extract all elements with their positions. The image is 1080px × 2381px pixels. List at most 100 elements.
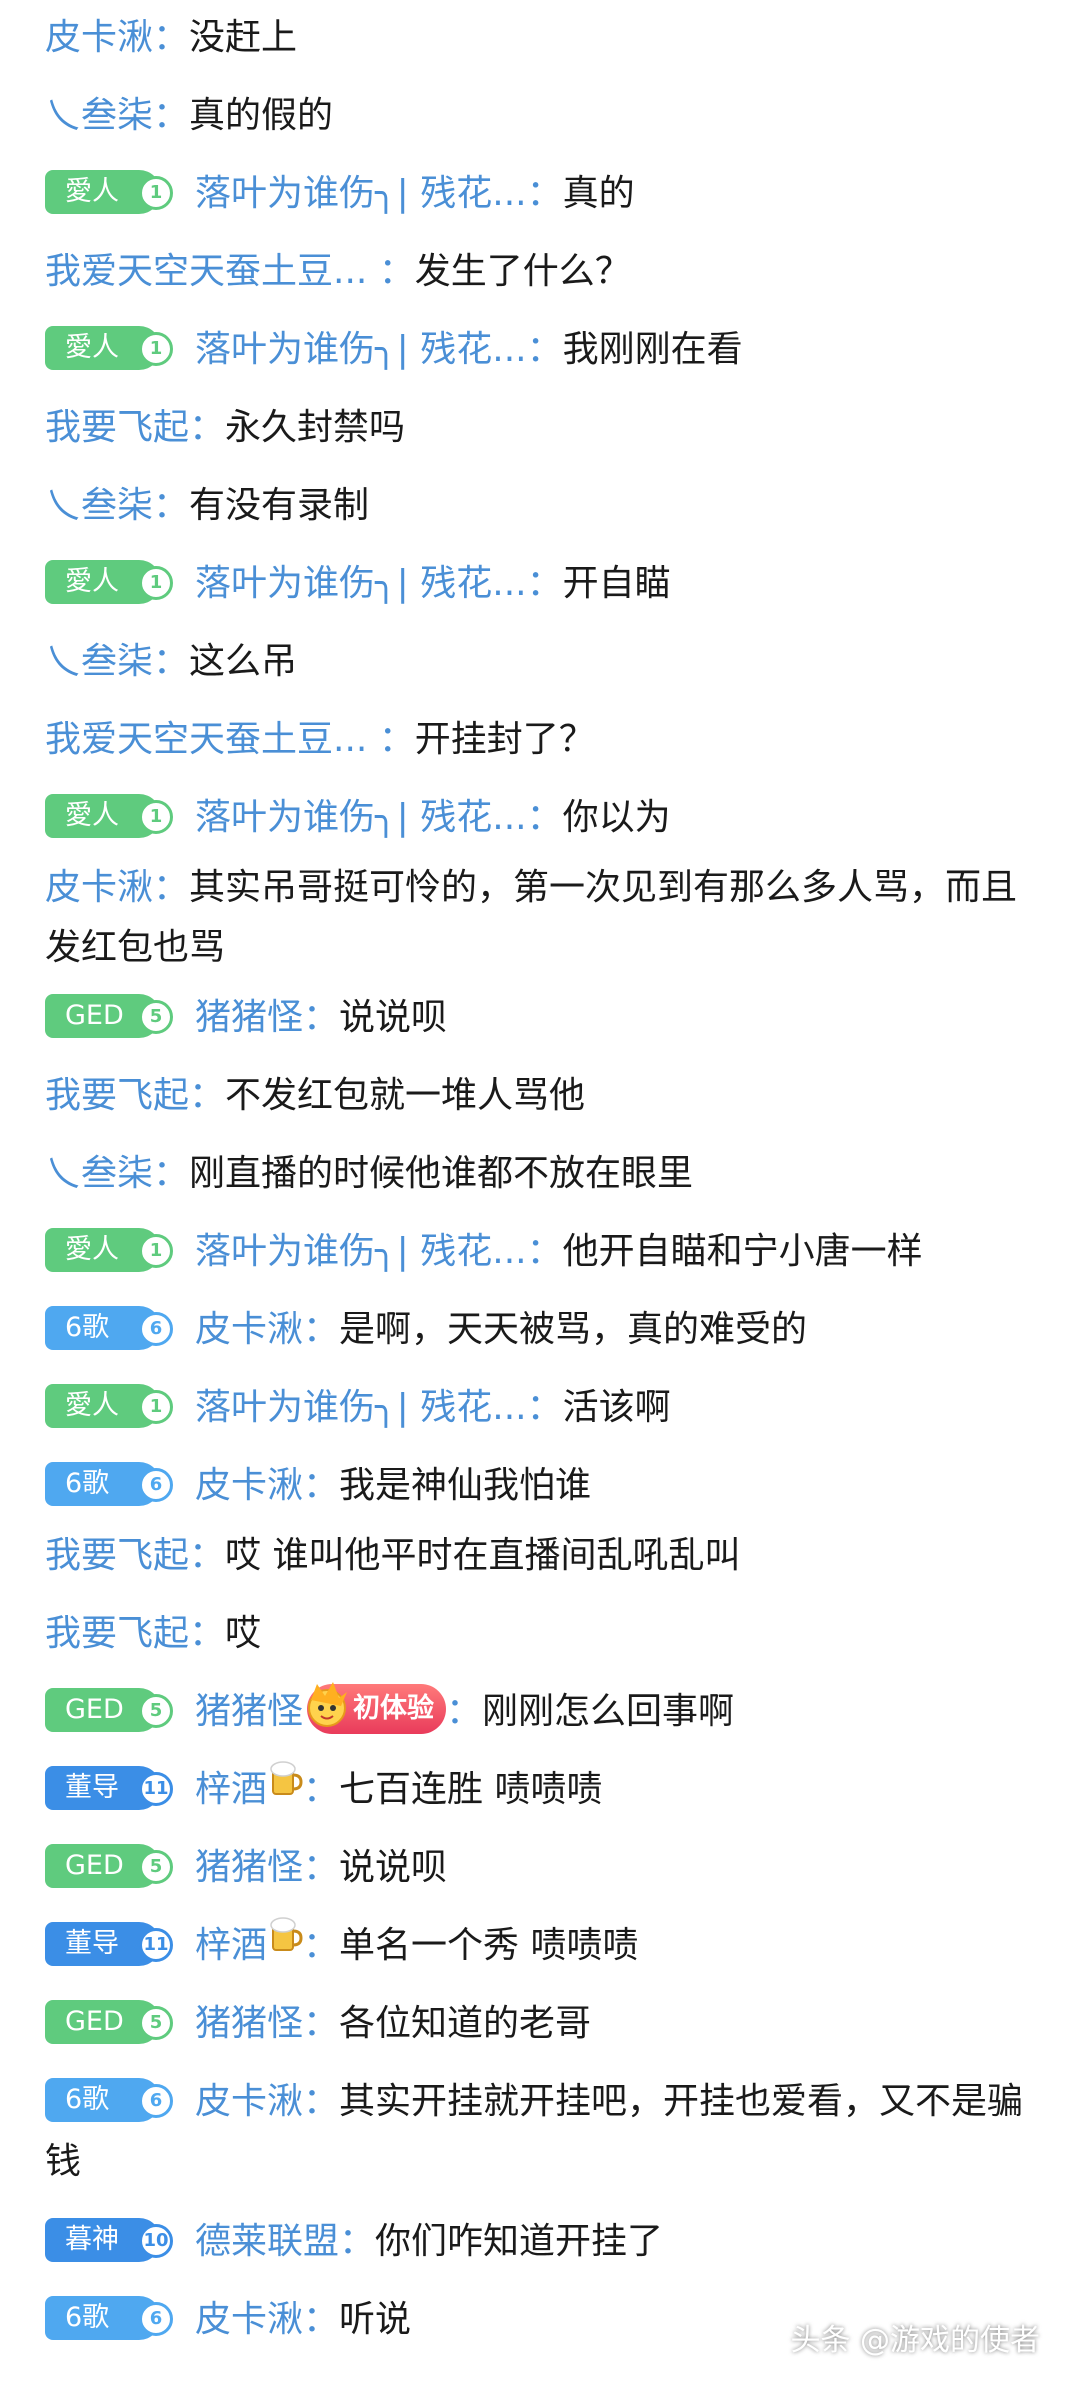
username[interactable]: 我要飞起 (45, 407, 189, 448)
fan-badge-level: 1 (139, 1234, 173, 1268)
chat-message: 我爱天空天蚕土豆... ：开挂封了？ (45, 710, 1035, 770)
chat-message: 愛人 1 落叶为谁伤╮| 残花...：他开自瞄和宁小唐一样 (45, 1222, 1035, 1282)
username[interactable]: 乀叁柒 (45, 1153, 153, 1194)
username[interactable]: 落叶为谁伤╮| 残花... (195, 173, 527, 214)
username-separator: ： (153, 95, 190, 136)
username[interactable]: 皮卡湫 (195, 2081, 303, 2122)
fan-badge[interactable]: GED 5 (45, 994, 173, 1038)
fan-badge-level: 1 (139, 176, 173, 210)
username[interactable]: 落叶为谁伤╮| 残花... (195, 329, 527, 370)
fan-badge-level: 1 (139, 800, 173, 834)
message-text: 发生了什么？ (414, 251, 631, 292)
username[interactable]: 梓酒 (195, 1925, 267, 1966)
fan-badge[interactable]: 董导 11 (45, 1922, 173, 1966)
username[interactable]: 我要飞起 (45, 1075, 189, 1116)
username-separator: ： (526, 1231, 563, 1272)
username[interactable]: 皮卡湫 (45, 867, 153, 908)
username-separator: ： (189, 1075, 226, 1116)
message-text: 这么吊 (189, 641, 298, 682)
message-text: 我是神仙我怕谁 (339, 1465, 592, 1506)
username[interactable]: 猪猪怪 (195, 1691, 303, 1732)
chat-message: 愛人 1 落叶为谁伤╮| 残花...：我刚刚在看 (45, 320, 1035, 380)
username[interactable]: 皮卡湫 (45, 17, 153, 58)
fan-badge[interactable]: 愛人 1 (45, 170, 173, 214)
username[interactable]: 乀叁柒 (45, 485, 153, 526)
chat-message: GED 5 猪猪怪 初体验 ：刚刚怎么回事啊 (45, 1682, 1035, 1742)
chat-message: GED 5 猪猪怪：说说呗 (45, 1838, 1035, 1898)
username-separator: ： (153, 17, 190, 58)
fan-badge[interactable]: 董导 11 (45, 1766, 173, 1810)
message-text: 活该啊 (562, 1387, 671, 1428)
fan-badge[interactable]: 6歌 6 (45, 1462, 173, 1506)
username[interactable]: 落叶为谁伤╮| 残花... (195, 563, 527, 604)
message-text: 有没有录制 (189, 485, 370, 526)
username[interactable]: 皮卡湫 (195, 2299, 303, 2340)
message-text: 开挂封了？ (414, 719, 595, 760)
username[interactable]: 乀叁柒 (45, 95, 153, 136)
username[interactable]: 落叶为谁伤╮| 残花... (195, 1231, 527, 1272)
username-separator: ： (153, 485, 190, 526)
chat-message: 暮神 10 德莱联盟：你们咋知道开挂了 (45, 2212, 1035, 2272)
username[interactable]: 皮卡湫 (195, 1465, 303, 1506)
username[interactable]: 梓酒 (195, 1769, 267, 1810)
fan-badge[interactable]: 愛人 1 (45, 1384, 173, 1428)
chat-message: 乀叁柒：有没有录制 (45, 476, 1035, 536)
fan-badge[interactable]: GED 5 (45, 2000, 173, 2044)
username-separator: ： (526, 329, 563, 370)
username[interactable]: 我要飞起 (45, 1535, 189, 1576)
fan-badge[interactable]: 愛人 1 (45, 560, 173, 604)
medal-label: 初体验 (353, 1693, 435, 1724)
fan-badge[interactable]: 6歌 6 (45, 2078, 173, 2122)
username-separator: ： (153, 867, 190, 908)
chat-message: 乀叁柒：这么吊 (45, 632, 1035, 692)
fan-badge-level: 6 (139, 2302, 173, 2336)
fan-badge[interactable]: 愛人 1 (45, 1228, 173, 1272)
username[interactable]: 猪猪怪 (195, 1847, 303, 1888)
chat-message: 愛人 1 落叶为谁伤╮| 残花...：活该啊 (45, 1378, 1035, 1438)
username[interactable]: 乀叁柒 (45, 641, 153, 682)
fan-badge[interactable]: 6歌 6 (45, 1306, 173, 1350)
first-experience-medal: 初体验 (307, 1682, 447, 1734)
message-text: 听说 (339, 2299, 412, 2340)
username[interactable]: 皮卡湫 (195, 1309, 303, 1350)
fan-badge[interactable]: 6歌 6 (45, 2296, 173, 2340)
message-text: 永久封禁吗 (225, 407, 406, 448)
fan-badge[interactable]: GED 5 (45, 1688, 173, 1732)
fan-badge[interactable]: 暮神 10 (45, 2218, 173, 2262)
username[interactable]: 我爱天空天蚕土豆... (45, 251, 379, 292)
fan-badge-level: 11 (139, 1928, 173, 1962)
username[interactable]: 落叶为谁伤╮| 残花... (195, 1387, 527, 1428)
chat-message: 6歌 6 皮卡湫：我是神仙我怕谁 (45, 1456, 1035, 1516)
message-text: 你们咋知道开挂了 (375, 2221, 664, 2262)
username-separator: ： (526, 173, 563, 214)
username[interactable]: 德莱联盟 (195, 2221, 339, 2262)
fan-badge-level: 10 (139, 2224, 173, 2258)
fan-badge[interactable]: 愛人 1 (45, 794, 173, 838)
fan-badge-level: 5 (139, 1694, 173, 1728)
message-text: 单名一个秀 啧啧啧 (339, 1925, 639, 1966)
username-separator: ： (189, 1613, 226, 1654)
chat-message: 董导 11 梓酒 ：单名一个秀 啧啧啧 (45, 1916, 1035, 1976)
username[interactable]: 落叶为谁伤╮| 残花... (195, 797, 527, 838)
username-separator: ： (303, 2299, 340, 2340)
fan-badge[interactable]: GED 5 (45, 1844, 173, 1888)
username[interactable]: 猪猪怪 (195, 2003, 303, 2044)
message-text: 各位知道的老哥 (339, 2003, 592, 2044)
fan-badge-level: 1 (139, 1390, 173, 1424)
chat-message: 6歌 6 皮卡湫：其实开挂就开挂吧，开挂也爱看，又不是骗钱 (45, 2072, 1035, 2192)
message-text: 说说呗 (339, 1847, 448, 1888)
chat-message: 我要飞起：永久封禁吗 (45, 398, 1035, 458)
username-separator: ： (303, 997, 340, 1038)
username[interactable]: 我爱天空天蚕土豆... (45, 719, 379, 760)
chat-message: 我要飞起：不发红包就一堆人骂他 (45, 1066, 1035, 1126)
fan-badge[interactable]: 愛人 1 (45, 326, 173, 370)
chat-message: GED 5 猪猪怪：说说呗 (45, 988, 1035, 1048)
username[interactable]: 我要飞起 (45, 1613, 189, 1654)
username[interactable]: 猪猪怪 (195, 997, 303, 1038)
message-text: 哎 (225, 1613, 262, 1654)
fan-badge-level: 6 (139, 1312, 173, 1346)
beer-mug-icon (267, 1913, 303, 1973)
message-text: 不发红包就一堆人骂他 (225, 1075, 586, 1116)
message-text: 七百连胜 啧啧啧 (339, 1769, 603, 1810)
chat-message: 乀叁柒：真的假的 (45, 86, 1035, 146)
